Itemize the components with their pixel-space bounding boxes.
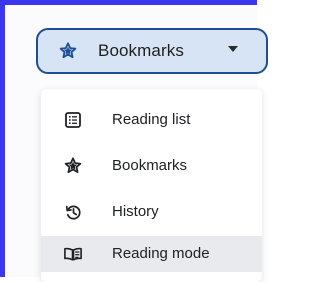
menu-item-reading-mode[interactable]: Reading mode <box>41 236 262 272</box>
reading-mode-icon <box>63 244 83 264</box>
side-panel-selector-label: Bookmarks <box>98 41 184 60</box>
menu-item-label: Reading list <box>112 111 191 128</box>
bookmarks-star-icon <box>58 41 78 61</box>
menu-item-history[interactable]: History <box>41 194 262 230</box>
bookmarks-star-icon <box>63 156 83 176</box>
menu-item-bookmarks[interactable]: Bookmarks <box>41 148 262 184</box>
menu-item-label: Bookmarks <box>112 157 188 174</box>
reading-list-icon <box>63 110 83 130</box>
side-panel-selector-menu: Reading list Bookmarks History Reading m… <box>41 89 262 282</box>
browser-side-panel-frame: Bookmarks Reading list Bookmarks History… <box>0 0 268 282</box>
side-panel-selector-button[interactable]: Bookmarks <box>36 28 268 74</box>
menu-item-label: Reading mode <box>112 245 210 262</box>
chevron-down-icon <box>228 46 238 52</box>
menu-item-label: History <box>112 203 159 220</box>
menu-item-reading-list[interactable]: Reading list <box>41 102 262 138</box>
history-icon <box>63 202 83 222</box>
